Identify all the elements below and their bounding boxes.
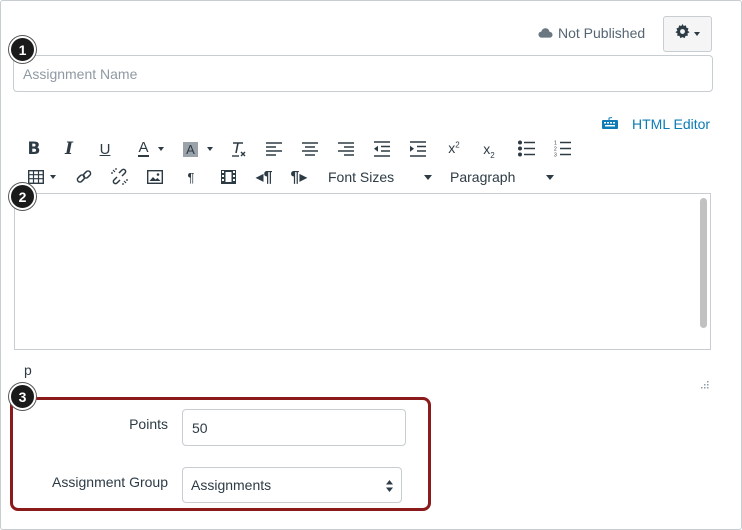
italic-button[interactable]: I bbox=[61, 139, 77, 159]
chevron-down-icon bbox=[546, 175, 554, 180]
align-right-button[interactable] bbox=[338, 141, 354, 157]
indent-button[interactable] bbox=[410, 141, 426, 157]
assignment-group-label: Assignment Group bbox=[52, 474, 168, 490]
html-editor-label: HTML Editor bbox=[632, 116, 711, 132]
keyboard-icon bbox=[602, 116, 618, 132]
indent-icon bbox=[410, 141, 426, 157]
bold-icon: B bbox=[27, 139, 41, 159]
bullet-list-button[interactable] bbox=[518, 140, 535, 157]
html-editor-link[interactable]: HTML Editor bbox=[602, 115, 710, 133]
callout-badge-2: 2 bbox=[9, 183, 36, 210]
bullet-list-icon bbox=[518, 140, 535, 157]
rich-content-editor[interactable] bbox=[14, 193, 711, 350]
background-color-icon: A bbox=[183, 141, 198, 157]
font-sizes-dropdown[interactable]: Font Sizes bbox=[328, 168, 434, 186]
align-left-button[interactable] bbox=[266, 141, 282, 157]
editor-scrollbar[interactable] bbox=[700, 198, 707, 328]
superscript-button[interactable]: x2 bbox=[445, 139, 463, 157]
image-icon bbox=[147, 170, 163, 184]
svg-text:3: 3 bbox=[554, 153, 557, 158]
numbered-list-button[interactable]: 123 bbox=[554, 140, 571, 157]
clear-formatting-icon bbox=[230, 140, 248, 158]
assignment-group-select[interactable]: Assignments bbox=[182, 467, 402, 503]
points-label: Points bbox=[129, 416, 168, 432]
outdent-button[interactable] bbox=[374, 141, 390, 157]
align-center-button[interactable] bbox=[302, 141, 318, 157]
ltr-icon: ¶ bbox=[187, 169, 195, 185]
subscript-button[interactable]: x2 bbox=[480, 140, 498, 160]
link-icon bbox=[76, 169, 92, 185]
table-button[interactable] bbox=[26, 169, 58, 185]
select-arrows-icon bbox=[386, 479, 393, 493]
paragraph-label: Paragraph bbox=[450, 169, 516, 185]
cloud-icon bbox=[538, 25, 553, 41]
paragraph-direction-button[interactable]: ¶▸ bbox=[290, 168, 308, 186]
outdent-icon bbox=[374, 141, 390, 157]
superscript-icon: x2 bbox=[448, 140, 460, 156]
settings-menu-button[interactable] bbox=[663, 16, 712, 52]
callout-badge-1: 1 bbox=[9, 36, 36, 63]
media-button[interactable] bbox=[220, 169, 236, 185]
underline-icon: U bbox=[99, 140, 111, 158]
subscript-icon: x2 bbox=[483, 140, 495, 160]
unlink-button[interactable] bbox=[111, 168, 128, 185]
text-color-icon: A bbox=[138, 139, 149, 157]
paragraph-icon: ¶▸ bbox=[290, 169, 308, 186]
element-path: p bbox=[24, 362, 32, 378]
paragraph-format-dropdown[interactable]: Paragraph bbox=[450, 168, 556, 186]
chevron-down-icon bbox=[206, 147, 213, 151]
chevron-down-icon bbox=[424, 175, 432, 180]
callout-badge-3: 3 bbox=[9, 383, 36, 410]
background-color-button[interactable]: A bbox=[180, 140, 216, 158]
rtl-button[interactable]: ◂¶ bbox=[255, 168, 273, 186]
table-icon bbox=[28, 170, 44, 184]
align-center-icon bbox=[302, 141, 318, 157]
publish-status: Not Published bbox=[538, 24, 645, 42]
rtl-icon: ◂¶ bbox=[255, 169, 273, 186]
italic-icon: I bbox=[65, 139, 73, 159]
ltr-button[interactable]: ¶ bbox=[185, 169, 197, 185]
status-label: Not Published bbox=[558, 25, 646, 41]
chevron-down-icon bbox=[50, 175, 56, 179]
chevron-down-icon bbox=[694, 32, 700, 36]
bold-button[interactable]: B bbox=[26, 139, 42, 159]
gear-icon bbox=[675, 24, 690, 44]
unlink-icon bbox=[111, 168, 128, 185]
resize-handle-icon[interactable] bbox=[700, 376, 709, 389]
link-button[interactable] bbox=[76, 169, 92, 185]
assignment-group-value: Assignments bbox=[191, 477, 272, 493]
underline-button[interactable]: U bbox=[97, 140, 113, 158]
text-color-button[interactable]: A bbox=[133, 140, 169, 158]
clear-formatting-button[interactable] bbox=[230, 140, 248, 158]
font-sizes-label: Font Sizes bbox=[328, 169, 395, 185]
align-right-icon bbox=[338, 141, 354, 157]
numbered-list-icon: 123 bbox=[554, 140, 571, 157]
assignment-name-input[interactable] bbox=[13, 55, 713, 92]
align-left-icon bbox=[266, 141, 282, 157]
points-input[interactable] bbox=[182, 409, 406, 446]
media-icon bbox=[220, 170, 236, 184]
image-button[interactable] bbox=[147, 169, 163, 185]
chevron-down-icon bbox=[157, 147, 164, 151]
